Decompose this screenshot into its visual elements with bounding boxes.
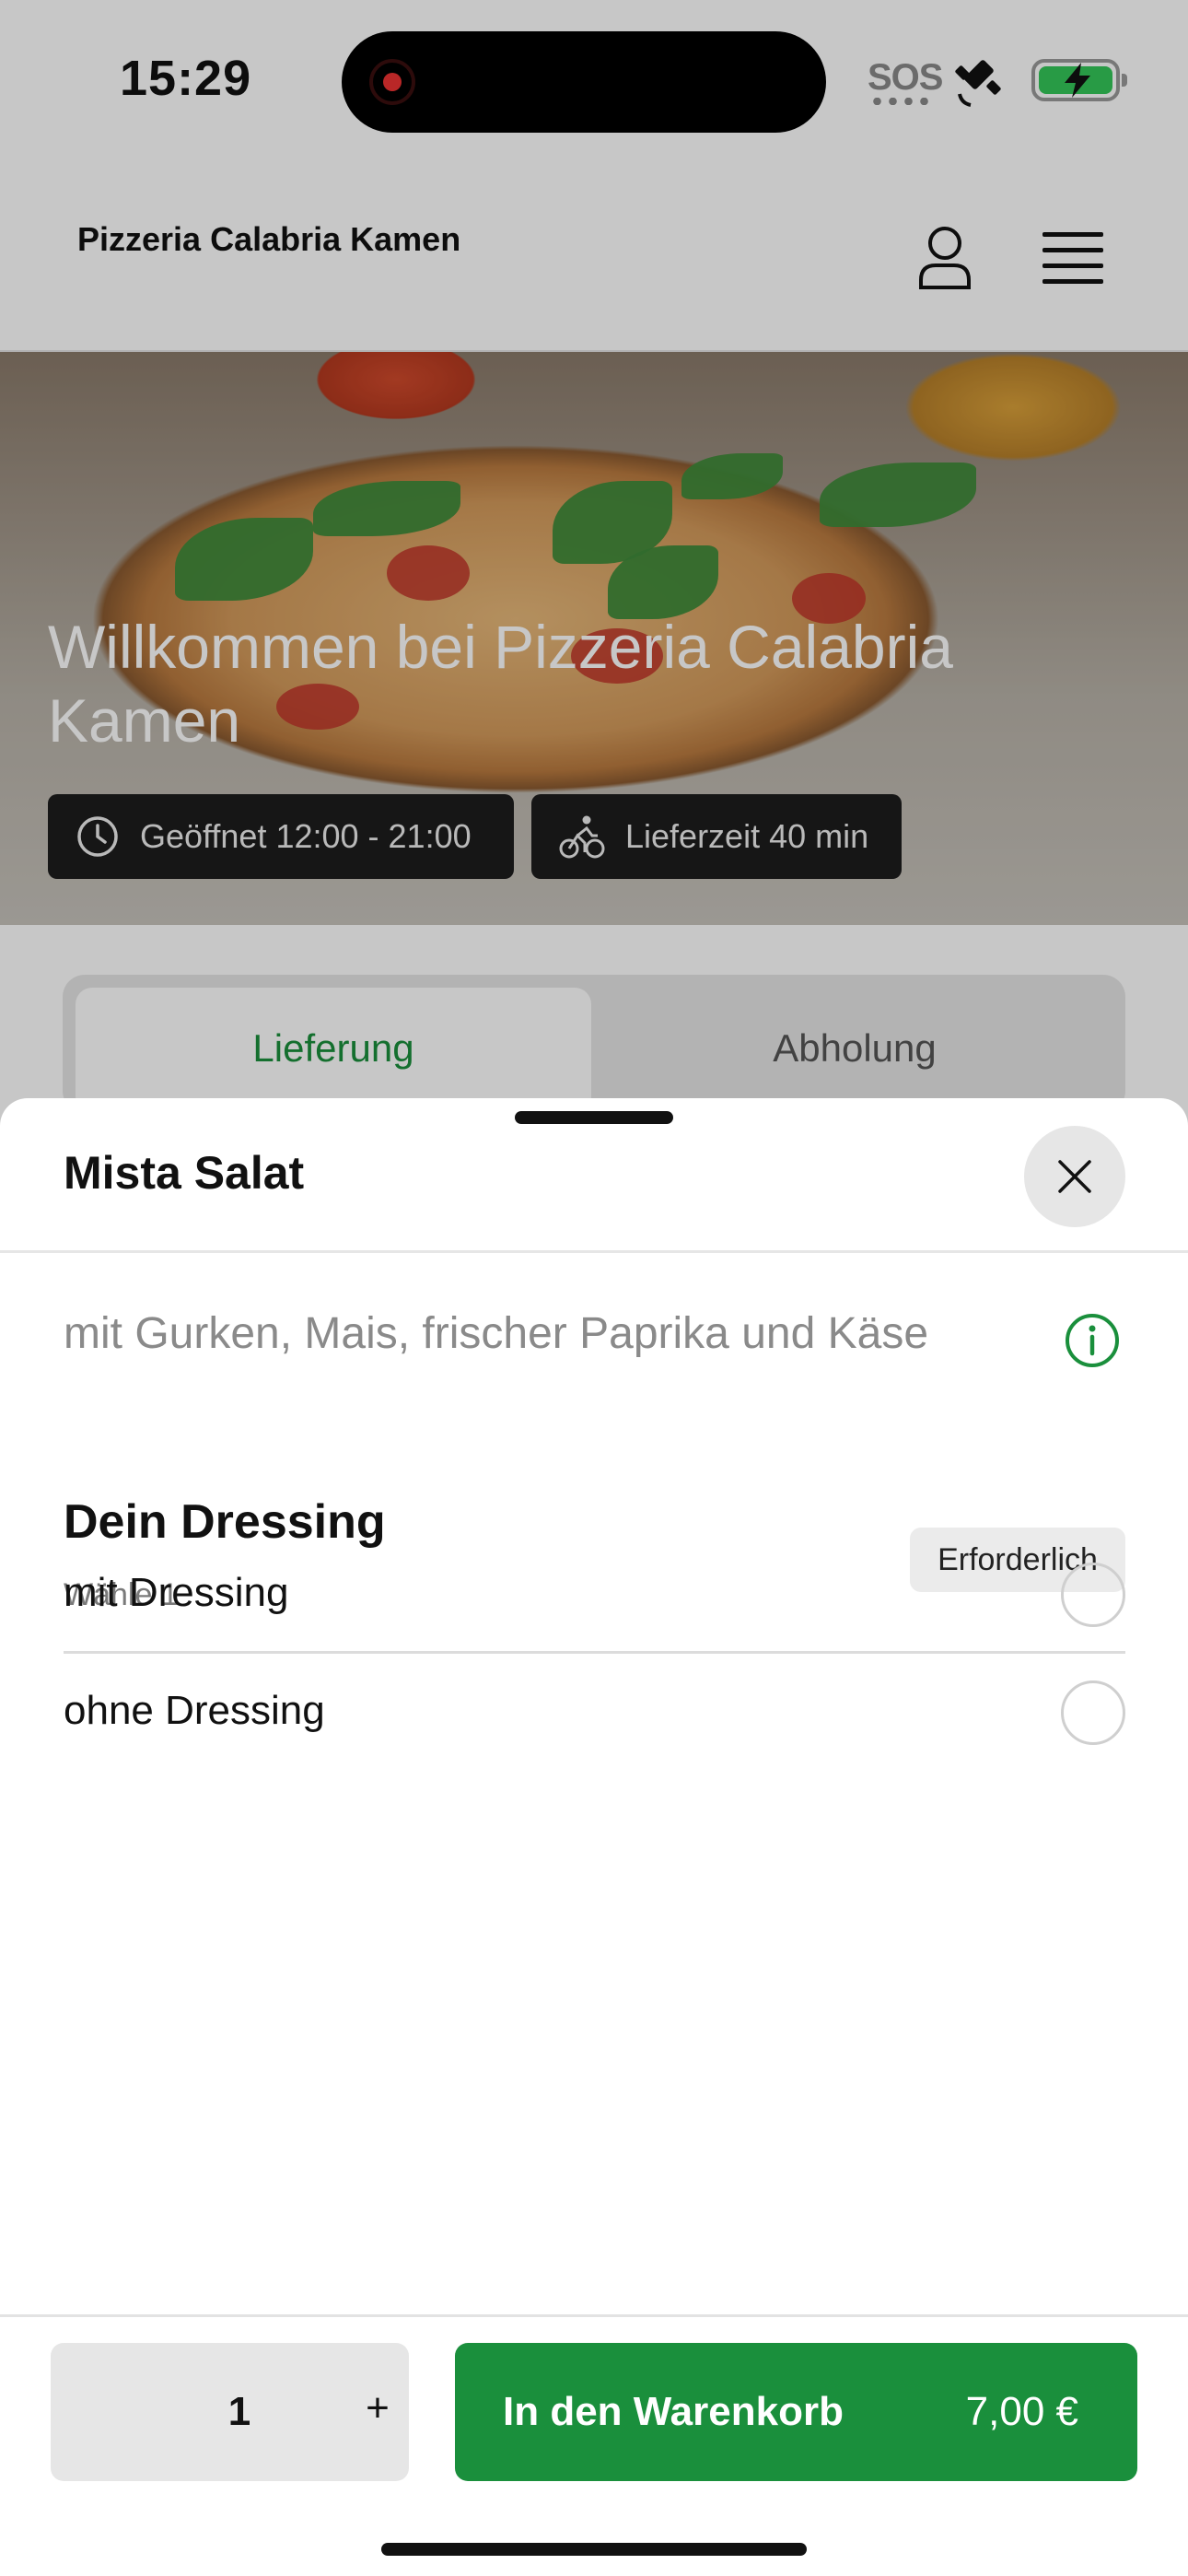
info-icon[interactable] — [1064, 1312, 1121, 1369]
cart-price: 7,00 € — [965, 2389, 1078, 2434]
option-label: ohne Dressing — [64, 1688, 325, 1733]
option-without-dressing[interactable]: ohne Dressing — [64, 1655, 1125, 1772]
option-radio[interactable] — [1061, 1680, 1125, 1745]
footer-divider — [0, 2314, 1188, 2317]
close-icon — [1058, 1160, 1091, 1193]
plus-icon[interactable]: + — [362, 2385, 393, 2431]
option-with-dressing[interactable]: mit Dressing — [64, 1537, 1125, 1654]
close-button[interactable] — [1024, 1126, 1125, 1227]
quantity-stepper: 1 + — [51, 2343, 409, 2481]
option-radio[interactable] — [1061, 1563, 1125, 1627]
quantity-value: 1 — [227, 2389, 251, 2434]
product-description: mit Gurken, Mais, frischer Paprika und K… — [64, 1309, 929, 1358]
sheet-divider — [0, 1250, 1188, 1253]
sheet-grabber[interactable] — [515, 1111, 673, 1124]
add-to-cart-button[interactable]: In den Warenkorb 7,00 € — [455, 2343, 1137, 2481]
home-indicator[interactable] — [381, 2543, 807, 2556]
product-title: Mista Salat — [64, 1147, 305, 1199]
add-to-cart-label: In den Warenkorb — [503, 2389, 844, 2434]
option-label: mit Dressing — [64, 1570, 289, 1615]
